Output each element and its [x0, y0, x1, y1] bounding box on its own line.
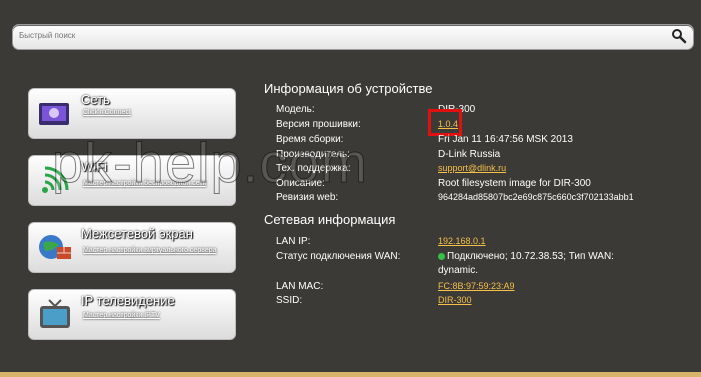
firmware-label: Версия прошивки:	[276, 119, 361, 130]
menu-link-virtual-server-wizard[interactable]: Мастер настройки виртуального сервера	[83, 247, 223, 255]
status-ok-icon	[438, 252, 445, 260]
lan-ip-link[interactable]: 192.168.0.1	[438, 236, 486, 246]
support-link[interactable]: support@dlink.ru	[438, 163, 506, 173]
network-icon	[39, 103, 69, 125]
quick-search-bar	[12, 24, 694, 50]
menu-title-iptv: IP телевидение	[81, 293, 175, 308]
bottom-bar	[0, 372, 701, 377]
lan-mac-label: LAN MAC:	[276, 281, 324, 292]
menu-link-wifi-wizard[interactable]: Мастер настройки беспроводной сети	[83, 180, 223, 188]
build-time-label: Время сборки:	[276, 134, 344, 145]
wifi-icon	[42, 166, 69, 193]
lan-mac-link[interactable]: FC:8B:97:59:23:A9	[438, 281, 515, 291]
menu-title-network: Сеть	[81, 92, 110, 107]
menu-card-firewall[interactable]: Межсетевой экран Мастер настройки виртуа…	[28, 222, 236, 273]
web-revision-value: 964284ad85807bc2e69c875c660c3f702133abb1	[438, 192, 634, 202]
wan-status-text: Подключено; 10.72.38.53; Тип WAN:	[447, 251, 614, 262]
ssid-label: SSID:	[276, 295, 303, 306]
tv-icon	[40, 299, 70, 328]
firewall-globe-icon	[39, 235, 71, 259]
firmware-highlight-box	[428, 109, 462, 136]
description-label: Описание:	[276, 178, 325, 189]
menu-title-firewall: Межсетевой экран	[81, 226, 193, 241]
search-icon[interactable]	[671, 28, 687, 44]
support-label: Тех. поддержка:	[276, 163, 351, 174]
wan-status-value: Подключено; 10.72.38.53; Тип WAN:	[438, 251, 614, 262]
wan-type-value: dynamic.	[438, 265, 479, 276]
menu-card-iptv[interactable]: IP телевидение Мастер настройки IPTV	[28, 289, 236, 340]
menu-link-clickn-connect[interactable]: Click'n'Connect	[83, 109, 223, 117]
device-info-heading: Информация об устройстве	[264, 81, 433, 96]
network-info-heading: Сетевая информация	[264, 212, 396, 227]
lan-ip-label: LAN IP:	[276, 236, 311, 247]
vendor-label: Производитель:	[276, 149, 350, 160]
menu-card-network[interactable]: Сеть Click'n'Connect	[28, 88, 236, 139]
description-value: Root filesystem image for DIR-300	[438, 178, 591, 189]
vendor-value: D-Link Russia	[438, 149, 501, 160]
build-time-value: Fri Jan 11 16:47:56 MSK 2013	[438, 134, 573, 145]
menu-title-wifi: WiFi	[81, 159, 107, 174]
ssid-link[interactable]: DIR-300	[438, 295, 472, 305]
web-revision-label: Ревизия web:	[276, 192, 339, 203]
wan-status-label: Статус подключения WAN:	[276, 251, 401, 262]
menu-link-iptv-wizard[interactable]: Мастер настройки IPTV	[83, 312, 223, 320]
model-label: Модель:	[276, 104, 315, 115]
menu-card-wifi[interactable]: WiFi Мастер настройки беспроводной сети	[28, 155, 236, 206]
quick-search-input[interactable]	[19, 28, 639, 42]
